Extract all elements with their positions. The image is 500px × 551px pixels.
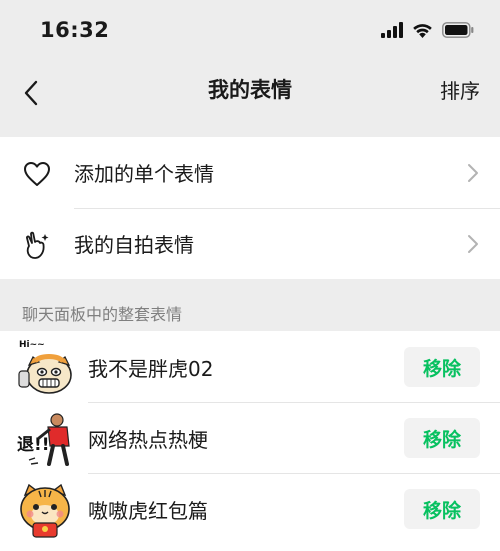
tiger-red-packet-sticker-icon	[20, 483, 70, 538]
list-item: 退!! 网络热点热梗 移除	[0, 402, 500, 473]
menu-item-label: 我的自拍表情	[74, 233, 194, 257]
list-item: 嗷嗷虎红包篇 移除	[0, 473, 500, 544]
menu-item-single-stickers[interactable]: 添加的单个表情	[0, 137, 500, 208]
menu-item-selfie-stickers[interactable]: 我的自拍表情	[0, 208, 500, 279]
battery-icon	[442, 22, 474, 38]
page-title: 我的表情	[208, 78, 292, 102]
wifi-icon	[413, 24, 432, 38]
remove-button[interactable]: 移除	[404, 347, 480, 387]
selfie-hand-icon	[22, 230, 52, 260]
tiger-hi-sticker-icon: Hi~~	[18, 340, 72, 394]
pack-name: 网络热点热梗	[88, 428, 208, 452]
heart-icon	[22, 159, 52, 189]
pack-name: 我不是胖虎02	[88, 357, 214, 381]
sort-button[interactable]: 排序	[440, 75, 480, 104]
sticker-pack-list: Hi~~ 我不是胖虎02 移除 退!! 网络热点热梗 移除 嗷嗷虎红包篇 移除	[0, 331, 500, 551]
chevron-right-icon	[468, 164, 478, 182]
status-time: 16:32	[40, 18, 110, 42]
remove-button[interactable]: 移除	[404, 418, 480, 458]
remove-button[interactable]: 移除	[404, 489, 480, 529]
cellular-signal-icon	[381, 22, 403, 38]
pack-name: 嗷嗷虎红包篇	[88, 499, 208, 523]
status-icons	[381, 22, 474, 38]
list-item: Hi~~ 我不是胖虎02 移除	[0, 331, 500, 402]
menu-item-label: 添加的单个表情	[74, 162, 214, 186]
chevron-right-icon	[468, 235, 478, 253]
section-header: 聊天面板中的整套表情	[22, 305, 183, 324]
svg-text:Hi~~: Hi~~	[19, 340, 45, 350]
status-bar: 16:32	[0, 0, 500, 62]
meme-figure-sticker-icon: 退!!	[17, 413, 70, 466]
svg-text:退!!: 退!!	[17, 435, 50, 455]
menu-group: 添加的单个表情 我的自拍表情	[0, 137, 500, 279]
nav-bar: 我的表情 排序	[0, 62, 500, 137]
